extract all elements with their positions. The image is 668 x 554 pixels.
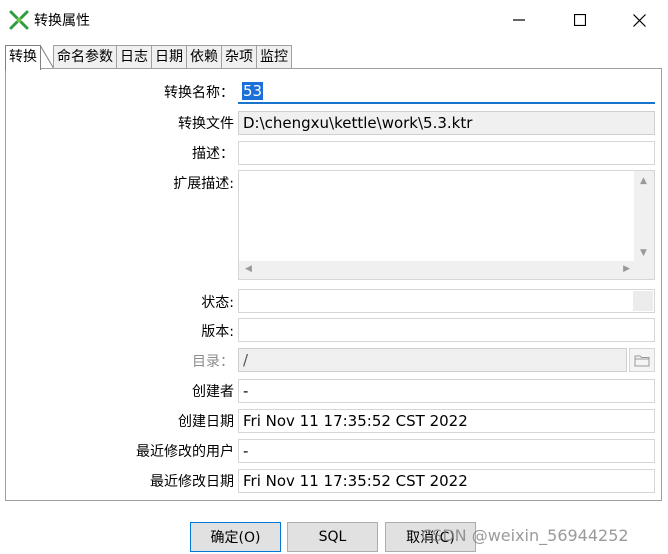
extended-description-textarea[interactable]: ▲ ▼ ◀ ▶ xyxy=(238,170,655,280)
tab-misc[interactable]: 杂项 xyxy=(221,45,257,69)
name-input[interactable]: 53 xyxy=(238,80,655,104)
scroll-right-icon[interactable]: ▶ xyxy=(623,265,630,274)
description-input[interactable] xyxy=(238,141,655,165)
modified-user-label: 最近修改的用户 xyxy=(136,444,234,460)
scroll-down-icon[interactable]: ▼ xyxy=(640,249,647,258)
minimize-button[interactable] xyxy=(496,0,542,40)
browse-directory-button[interactable] xyxy=(629,348,655,372)
tab-named-params[interactable]: 命名参数 xyxy=(53,45,117,69)
tab-date[interactable]: 日期 xyxy=(151,45,187,69)
sql-button[interactable]: SQL xyxy=(287,522,378,552)
window-title: 转换属性 xyxy=(34,13,90,29)
tab-log[interactable]: 日志 xyxy=(116,45,152,69)
directory-label: 目录： xyxy=(192,354,234,370)
creator-label: 创建者 xyxy=(192,384,234,400)
horizontal-scrollbar[interactable]: ◀ ▶ xyxy=(239,261,636,279)
maximize-button[interactable] xyxy=(557,0,603,40)
tab-monitoring[interactable]: 监控 xyxy=(256,45,292,69)
modified-date-label: 最近修改日期 xyxy=(150,474,234,490)
name-input-value: 53 xyxy=(242,82,264,100)
kettle-app-icon xyxy=(9,10,29,30)
scroll-up-icon[interactable]: ▲ xyxy=(640,177,647,186)
modified-user-field[interactable]: - xyxy=(238,439,655,463)
watermark: CSDN @weixin_56944252 xyxy=(421,526,629,545)
close-icon xyxy=(632,13,646,27)
tab-strip: 转换 命名参数 日志 日期 依赖 杂项 监控 xyxy=(5,45,292,70)
tab-slant-decoration xyxy=(40,45,54,69)
status-dropdown[interactable] xyxy=(238,289,655,313)
creator-field[interactable]: - xyxy=(238,379,655,403)
tab-transformation[interactable]: 转换 xyxy=(5,45,41,70)
scroll-left-icon[interactable]: ◀ xyxy=(245,265,252,274)
vertical-scrollbar[interactable]: ▲ ▼ xyxy=(634,171,654,262)
version-label: 版本: xyxy=(201,324,234,340)
name-label: 转换名称： xyxy=(164,85,234,101)
directory-field: / xyxy=(238,348,627,372)
ok-button[interactable]: 确定(O) xyxy=(190,522,281,552)
title-bar: 转换属性 xyxy=(0,0,668,40)
minimize-icon xyxy=(513,19,525,21)
close-button[interactable] xyxy=(616,0,662,40)
status-dropdown-button[interactable] xyxy=(633,291,653,311)
created-date-label: 创建日期 xyxy=(178,414,234,430)
scrollbar-corner xyxy=(634,261,654,279)
tab-dependencies[interactable]: 依赖 xyxy=(186,45,222,69)
folder-icon xyxy=(634,355,650,366)
status-label: 状态: xyxy=(201,295,234,311)
extended-description-label: 扩展描述: xyxy=(173,176,234,192)
created-date-field[interactable]: Fri Nov 11 17:35:52 CST 2022 xyxy=(238,409,655,433)
file-field[interactable]: D:\chengxu\kettle\work\5.3.ktr xyxy=(238,111,655,135)
maximize-icon xyxy=(574,14,586,26)
description-label: 描述： xyxy=(192,146,234,162)
version-input[interactable] xyxy=(238,318,655,342)
file-label: 转换文件 xyxy=(178,116,234,132)
modified-date-field[interactable]: Fri Nov 11 17:35:52 CST 2022 xyxy=(238,469,655,493)
